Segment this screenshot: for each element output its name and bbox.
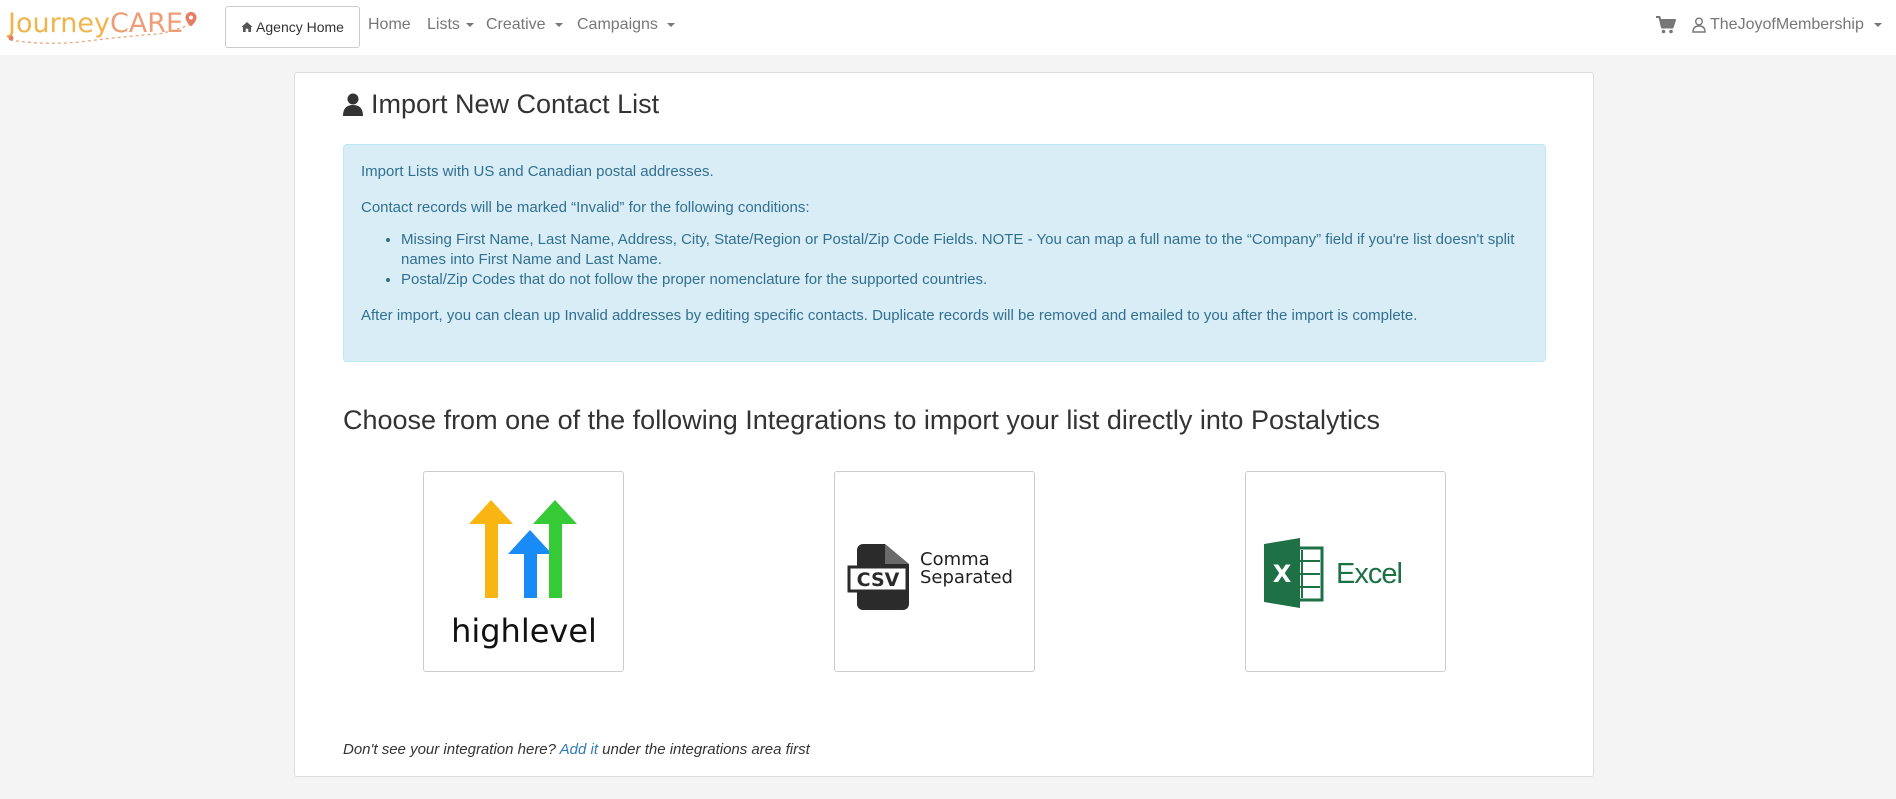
csv-integration-tile[interactable]: CSV Comma Separated [834, 471, 1035, 672]
add-integration-link[interactable]: Add it [560, 741, 598, 758]
page-title: Import New Contact List [343, 89, 659, 120]
excel-logo-icon: X Excel [1264, 538, 1403, 608]
nav-lists-dropdown[interactable]: Lists [427, 16, 474, 34]
chevron-down-icon [1873, 23, 1882, 27]
csv-file-icon: CSV Comma Separated [847, 544, 1013, 610]
list-item: Missing First Name, Last Name, Address, … [401, 230, 1528, 270]
user-menu-dropdown[interactable]: TheJoyofMembership [1692, 16, 1882, 34]
shopping-cart-icon[interactable] [1656, 15, 1676, 35]
csv-badge: CSV [857, 569, 900, 591]
excel-integration-tile[interactable]: X Excel [1245, 471, 1446, 672]
agency-home-label: Agency Home [256, 19, 344, 35]
nav-campaigns-dropdown[interactable]: Campaigns [577, 16, 675, 34]
alert-line: Contact records will be marked “Invalid”… [361, 199, 810, 216]
chevron-down-icon [554, 23, 563, 27]
excel-badge: X [1273, 560, 1292, 588]
journeycare-logo[interactable]: JourneyCARE [8, 8, 203, 44]
integrations-heading: Choose from one of the following Integra… [343, 405, 1380, 435]
highlevel-integration-tile[interactable]: highlevel [423, 471, 624, 672]
integration-help-note: Don't see your integration here? Add it … [343, 741, 810, 758]
list-item: Postal/Zip Codes that do not follow the … [401, 270, 1528, 290]
alert-line: Import Lists with US and Canadian postal… [361, 163, 714, 180]
chevron-down-icon [465, 23, 474, 27]
username-label: TheJoyofMembership [1710, 16, 1864, 33]
home-icon [241, 22, 253, 32]
agency-home-button[interactable]: Agency Home [225, 6, 360, 48]
page-title-text: Import New Contact List [371, 89, 660, 119]
nav-home-link[interactable]: Home [368, 16, 411, 34]
highlevel-logo-icon: highlevel [451, 500, 597, 650]
info-alert: Import Lists with US and Canadian postal… [343, 144, 1546, 362]
alert-conditions-list: Missing First Name, Last Name, Address, … [401, 230, 1528, 290]
nav-creative-dropdown[interactable]: Creative [486, 16, 563, 34]
highlevel-label: highlevel [451, 612, 597, 650]
user-icon [343, 93, 363, 116]
csv-label-line2: Separated [920, 567, 1013, 588]
chevron-down-icon [666, 23, 675, 27]
excel-label: Excel [1336, 558, 1402, 590]
user-icon [1692, 17, 1706, 33]
top-navbar: JourneyCARE Agency Home Home Lists Creat… [0, 0, 1896, 55]
logo-pin-icon [8, 12, 197, 44]
import-panel: Import New Contact List Import Lists wit… [294, 72, 1594, 777]
alert-line: After import, you can clean up Invalid a… [361, 307, 1418, 324]
